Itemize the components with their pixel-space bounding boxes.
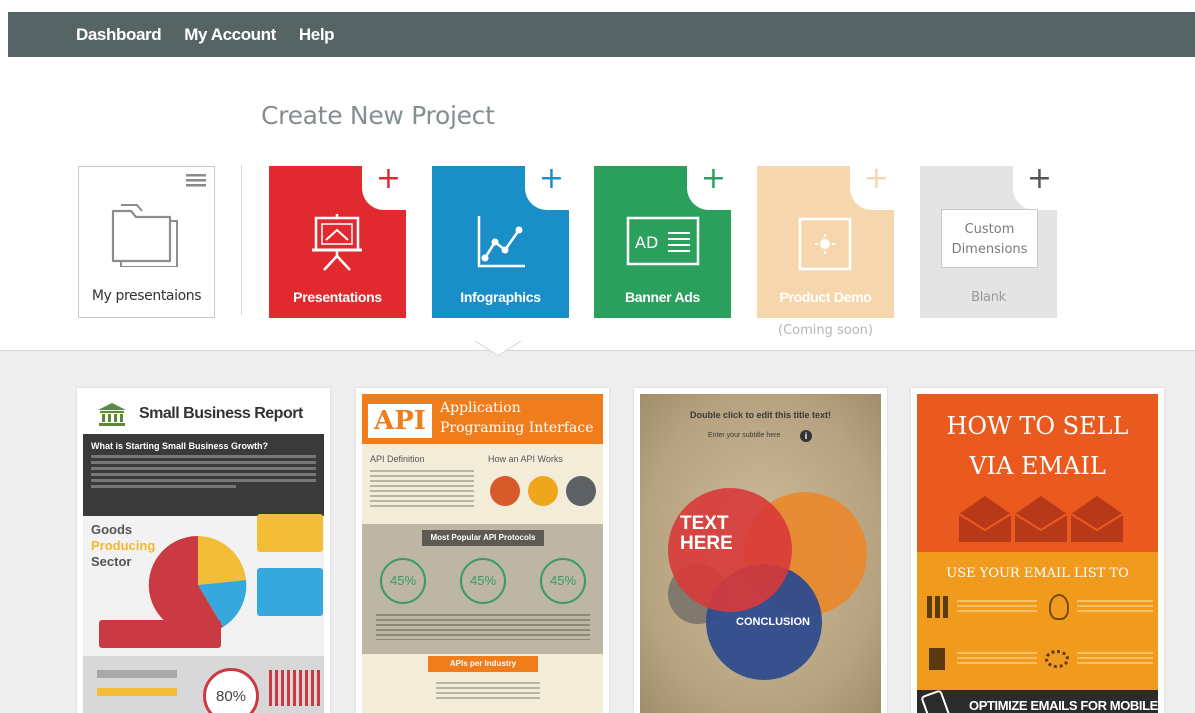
divider: [241, 165, 242, 315]
dark-band: What is Starting Small Business Growth?: [83, 434, 324, 516]
envelopes-icon: [958, 496, 1124, 542]
pct-ring-3: 45%: [540, 558, 586, 604]
bank-icon: [98, 403, 126, 426]
venn-title: Double click to edit this title text!: [689, 410, 832, 420]
bar-chart-icon: [927, 596, 951, 618]
template-card-small-business[interactable]: Small Business Report What is Starting S…: [77, 388, 330, 713]
blank-tile[interactable]: + Custom Dimensions Blank: [920, 166, 1057, 318]
api-title-1: Application: [440, 400, 521, 416]
my-presentations-tile[interactable]: My presentaions: [78, 166, 215, 318]
callout-red: [99, 620, 221, 648]
callout-blue: [257, 568, 323, 616]
presentations-label: Presentations: [293, 289, 382, 305]
venn-diagram: [668, 488, 867, 680]
api-circle-3: [566, 476, 596, 506]
coming-soon-note: (Coming soon): [778, 323, 873, 338]
template-title: Small Business Report: [139, 405, 303, 422]
custom-dimensions-box: Custom Dimensions: [941, 209, 1038, 268]
people-icons: [269, 670, 321, 706]
selection-pointer: [476, 341, 520, 355]
custom-line-1: Custom: [964, 222, 1015, 237]
email-footer-text: OPTIMIZE EMAILS FOR MOBILE: [969, 698, 1158, 713]
nav-my-account[interactable]: My Account: [184, 25, 276, 45]
callout-yellow: [257, 514, 323, 552]
api-col2-title: How an API Works: [488, 454, 563, 464]
add-banner-ad-icon[interactable]: +: [701, 166, 726, 194]
product-demo-tile: + Product Demo: [757, 166, 894, 318]
template-header: Small Business Report: [83, 394, 324, 434]
pct-ring-2: 45%: [460, 558, 506, 604]
add-product-demo-icon: +: [863, 166, 889, 196]
phone-icon: [920, 689, 952, 713]
document-icon: [929, 648, 945, 670]
template-card-venn[interactable]: Double click to edit this title text! En…: [634, 388, 887, 713]
line-chart-icon: [477, 216, 525, 268]
presentations-tile[interactable]: + Presentations: [269, 166, 406, 318]
banner-ads-tile[interactable]: + AD Banner Ads: [594, 166, 731, 318]
presentation-board-icon: [312, 214, 362, 271]
template-card-email[interactable]: HOW TO SELL VIA EMAIL USE YOUR EMAIL LIS…: [911, 388, 1164, 713]
venn-subtitle: Enter your subtitle here: [708, 432, 781, 439]
ad-banner-icon: AD: [626, 216, 700, 266]
api-col1-title: API Definition: [370, 454, 425, 464]
api-circle-2: [528, 476, 558, 506]
svg-text:AD: AD: [635, 233, 658, 252]
bulb-icon: [1049, 594, 1069, 620]
top-nav: Dashboard My Account Help: [8, 12, 1195, 57]
stats-strip: 80%: [83, 656, 324, 713]
blank-label: Blank: [971, 290, 1006, 305]
email-title: HOW TO SELL VIA EMAIL: [946, 412, 1129, 480]
gears-icon: [1045, 650, 1069, 668]
infographics-label: Infographics: [460, 289, 541, 305]
menu-icon[interactable]: [186, 173, 206, 187]
email-orange-section: USE YOUR EMAIL LIST TO: [917, 552, 1158, 702]
api-badge: API: [368, 404, 432, 438]
venn-big-text: TEXT HERE: [680, 513, 733, 554]
info-icon: i: [800, 430, 812, 442]
infographics-tile[interactable]: + Infographics: [432, 166, 569, 318]
custom-line-2: Dimensions: [951, 242, 1028, 257]
nav-dashboard[interactable]: Dashboard: [76, 25, 162, 45]
email-band: USE YOUR EMAIL LIST TO: [946, 566, 1129, 581]
email-footer: OPTIMIZE EMAILS FOR MOBILE: [917, 689, 1158, 713]
protocols-band: Most Popular API Protocols: [422, 530, 544, 546]
add-presentation-icon[interactable]: +: [376, 166, 401, 194]
api-circle-1: [490, 476, 520, 506]
folder-icon: [111, 204, 178, 267]
band-question: What is Starting Small Business Growth?: [91, 441, 269, 451]
add-infographic-icon[interactable]: +: [539, 166, 564, 194]
page-title: Create New Project: [261, 101, 495, 130]
my-presentations-label: My presentaions: [91, 288, 202, 304]
industry-band: APIs per Industry: [428, 656, 538, 672]
protocols-section: Most Popular API Protocols 45% 45% 45%: [362, 524, 603, 654]
add-blank-icon[interactable]: +: [1027, 166, 1052, 194]
pct-ring-1: 45%: [380, 558, 426, 604]
stat-circle: 80%: [203, 668, 259, 713]
venn-conclusion: CONCLUSION: [736, 616, 810, 628]
api-header: API Application Programing Interface: [362, 394, 603, 444]
banner-ads-label: Banner Ads: [624, 289, 701, 305]
play-screen-icon: [798, 217, 852, 271]
product-demo-label: Product Demo: [779, 289, 872, 305]
nav-help[interactable]: Help: [299, 25, 335, 45]
template-card-api[interactable]: API Application Programing Interface API…: [356, 388, 609, 713]
api-title-2: Programing Interface: [440, 420, 594, 436]
